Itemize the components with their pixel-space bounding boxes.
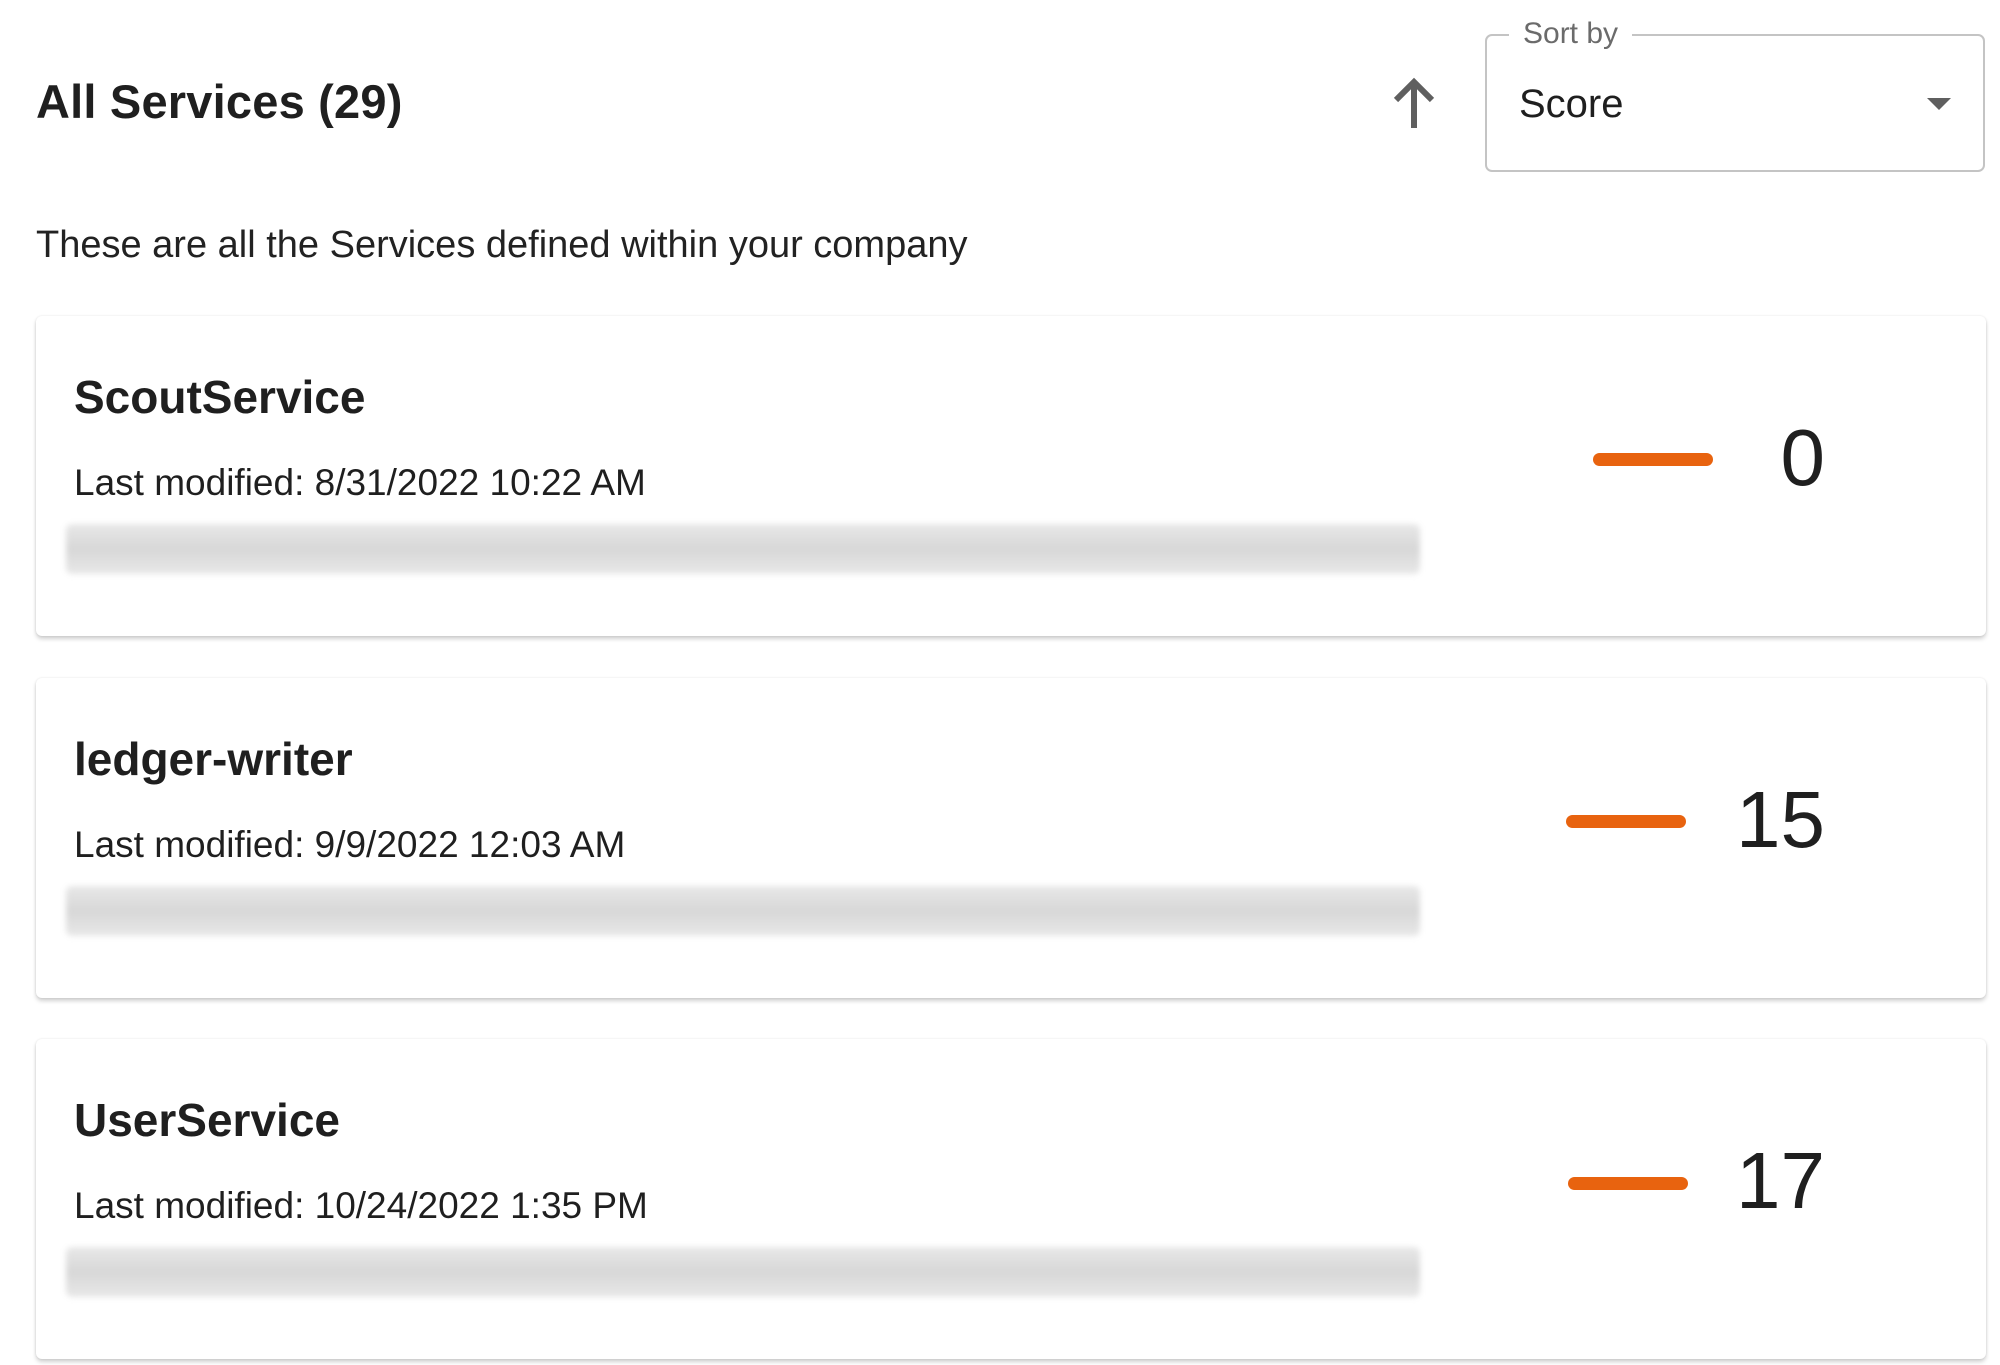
service-card-userservice[interactable]: UserService Last modified: 10/24/2022 1:… [36, 1039, 1986, 1359]
sort-direction-button[interactable] [1383, 70, 1445, 138]
sort-by-select[interactable]: Sort by Score [1485, 14, 1985, 172]
service-score: 17 [1736, 1136, 1825, 1225]
redacted-owner-info [66, 886, 1420, 936]
redacted-owner-info [66, 524, 1420, 574]
service-last-modified: Last modified: 9/9/2022 12:03 AM [74, 824, 626, 865]
flat-dash-icon [1593, 453, 1713, 466]
sort-by-value: Score [1519, 82, 1624, 126]
flat-dash-icon [1568, 1177, 1688, 1190]
service-card-ledger-writer[interactable]: ledger-writer Last modified: 9/9/2022 12… [36, 678, 1986, 998]
page-title: All Services (29) [36, 75, 403, 128]
page-subtitle: These are all the Services defined withi… [36, 224, 968, 266]
arrow-up-icon [1393, 77, 1435, 128]
service-name: ScoutService [74, 371, 366, 423]
caret-down-icon [1927, 98, 1951, 110]
service-last-modified: Last modified: 10/24/2022 1:35 PM [74, 1185, 648, 1226]
sort-by-label: Sort by [1509, 14, 1633, 54]
service-name: UserService [74, 1094, 340, 1146]
service-score: 15 [1736, 775, 1825, 864]
service-score: 0 [1780, 413, 1826, 502]
flat-dash-icon [1566, 815, 1686, 828]
service-card-scoutservice[interactable]: ScoutService Last modified: 8/31/2022 10… [36, 316, 1986, 636]
redacted-owner-info [66, 1247, 1420, 1297]
service-last-modified: Last modified: 8/31/2022 10:22 AM [74, 462, 646, 503]
service-name: ledger-writer [74, 733, 353, 785]
